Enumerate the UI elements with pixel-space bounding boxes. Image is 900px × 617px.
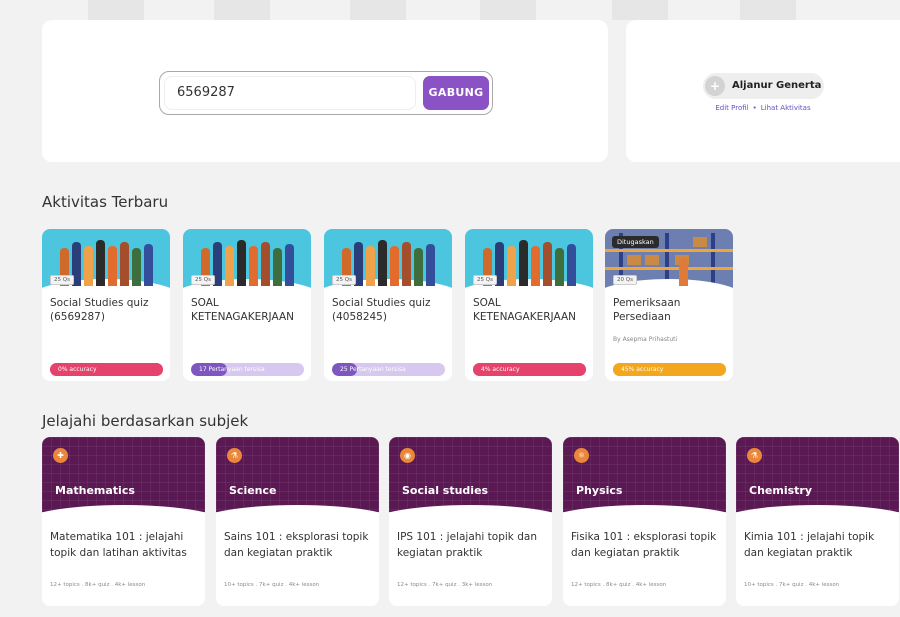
subject-banner [389,437,552,545]
edit-profile-link[interactable]: Edit Profil [715,104,748,112]
progress-label: 0% accuracy [58,366,97,373]
subject-stats: 10+ topics . 7k+ quiz . 4k+ lesson [224,582,320,588]
progress-bar: 45% accuracy [613,363,726,376]
question-count-badge: 25 Qs [50,275,74,285]
decor-stripe [740,0,796,20]
activity-author: By Asepma Prihastuti [613,336,678,343]
activity-card[interactable]: 25 Qs Social Studies quiz (4058245) 25 P… [324,229,452,381]
subject-card-science[interactable]: ⚗ Science Sains 101 : eksplorasi topik d… [216,437,379,606]
progress-bar: 0% accuracy [50,363,163,376]
view-activity-link[interactable]: Lihat Aktivitas [761,104,811,112]
decor-stripe [612,0,668,20]
activity-card[interactable]: 25 Qs SOAL KETENAGAKERJAAN 4% accuracy [465,229,593,381]
subject-banner [736,437,899,545]
subject-description: Fisika 101 : eksplorasi topik dan kegiat… [571,531,717,559]
subject-description: Matematika 101 : jelajahi topik dan lati… [50,531,187,559]
question-count-badge: 25 Qs [332,275,356,285]
progress-bar: 25 Pertanyaan tersisa [332,363,445,376]
subject-stats: 12+ topics . 8k+ quiz . 4k+ lesson [571,582,667,588]
decor-stripe [350,0,406,20]
subject-banner [563,437,726,545]
join-game-card: 6569287 GABUNG [42,20,608,162]
subject-banner [42,437,205,545]
mathematics-icon: ✚ [53,448,68,463]
subject-description: IPS 101 : jelajahi topik dan kegiatan pr… [397,531,537,559]
profile-card: + Aljanur Generta Edit Profil • Lihat Akti… [626,20,900,162]
progress-label: 4% accuracy [481,366,520,373]
assigned-badge: Ditugaskan [612,236,659,248]
recent-activity-title: Aktivitas Terbaru [42,193,169,211]
game-code-input[interactable]: 6569287 [164,76,416,110]
subject-name: Chemistry [749,484,812,497]
activity-title: Social Studies quiz (4058245) [332,297,431,323]
profile-links: Edit Profil • Lihat Aktivitas [626,104,900,112]
subject-name: Science [229,484,277,497]
explore-subjects-title: Jelajahi berdasarkan subjek [42,412,249,430]
decor-stripe [88,0,144,20]
subject-stats: 12+ topics . 8k+ quiz . 4k+ lesson [50,582,146,588]
subject-name: Mathematics [55,484,135,497]
join-button[interactable]: GABUNG [423,76,489,110]
question-count-badge: 20 Qs [613,275,637,285]
activity-title: SOAL KETENAGAKERJAAN [191,297,294,323]
profile-name: Aljanur Generta [732,80,822,91]
subject-card-mathematics[interactable]: ✚ Mathematics Matematika 101 : jelajahi … [42,437,205,606]
join-code-box: 6569287 GABUNG [159,71,493,115]
progress-bar: 4% accuracy [473,363,586,376]
chemistry-icon: ⚗ [747,448,762,463]
link-separator: • [752,104,757,112]
subject-stats: 12+ topics . 7k+ quiz . 3k+ lesson [397,582,493,588]
globe-icon: ◉ [400,448,415,463]
subject-description: Sains 101 : eksplorasi topik dan kegiata… [224,531,369,559]
subject-stats: 10+ topics . 7k+ quiz . 4k+ lesson [744,582,840,588]
activity-title: Pemeriksaan Persediaan [613,297,681,323]
subject-description: Kimia 101 : jelajahi topik dan kegiatan … [744,531,875,559]
activity-title: Social Studies quiz (6569287) [50,297,149,323]
activity-card[interactable]: 25 Qs Social Studies quiz (6569287) 0% a… [42,229,170,381]
physics-icon: ⚛ [574,448,589,463]
profile-chip[interactable]: + Aljanur Generta [703,73,824,99]
question-count-badge: 25 Qs [191,275,215,285]
progress-label: 25 Pertanyaan tersisa [340,366,406,373]
progress-label: 17 Pertanyaan tersisa [199,366,265,373]
subject-name: Social studies [402,484,489,497]
subject-banner [216,437,379,545]
decor-stripe [214,0,270,20]
question-count-badge: 25 Qs [473,275,497,285]
subject-name: Physics [576,484,623,497]
subject-card-social-studies[interactable]: ◉ Social studies IPS 101 : jelajahi topi… [389,437,552,606]
activity-title: SOAL KETENAGAKERJAAN [473,297,576,323]
progress-label: 45% accuracy [621,366,664,373]
science-icon: ⚗ [227,448,242,463]
subject-card-physics[interactable]: ⚛ Physics Fisika 101 : eksplorasi topik … [563,437,726,606]
activity-card[interactable]: Ditugaskan 20 Qs Pemeriksaan Persediaan … [605,229,733,381]
progress-bar: 17 Pertanyaan tersisa [191,363,304,376]
activity-card[interactable]: 25 Qs SOAL KETENAGAKERJAAN 17 Pertanyaan… [183,229,311,381]
subject-card-chemistry[interactable]: ⚗ Chemistry Kimia 101 : jelajahi topik d… [736,437,899,606]
avatar: + [705,76,725,96]
decor-stripe [480,0,536,20]
